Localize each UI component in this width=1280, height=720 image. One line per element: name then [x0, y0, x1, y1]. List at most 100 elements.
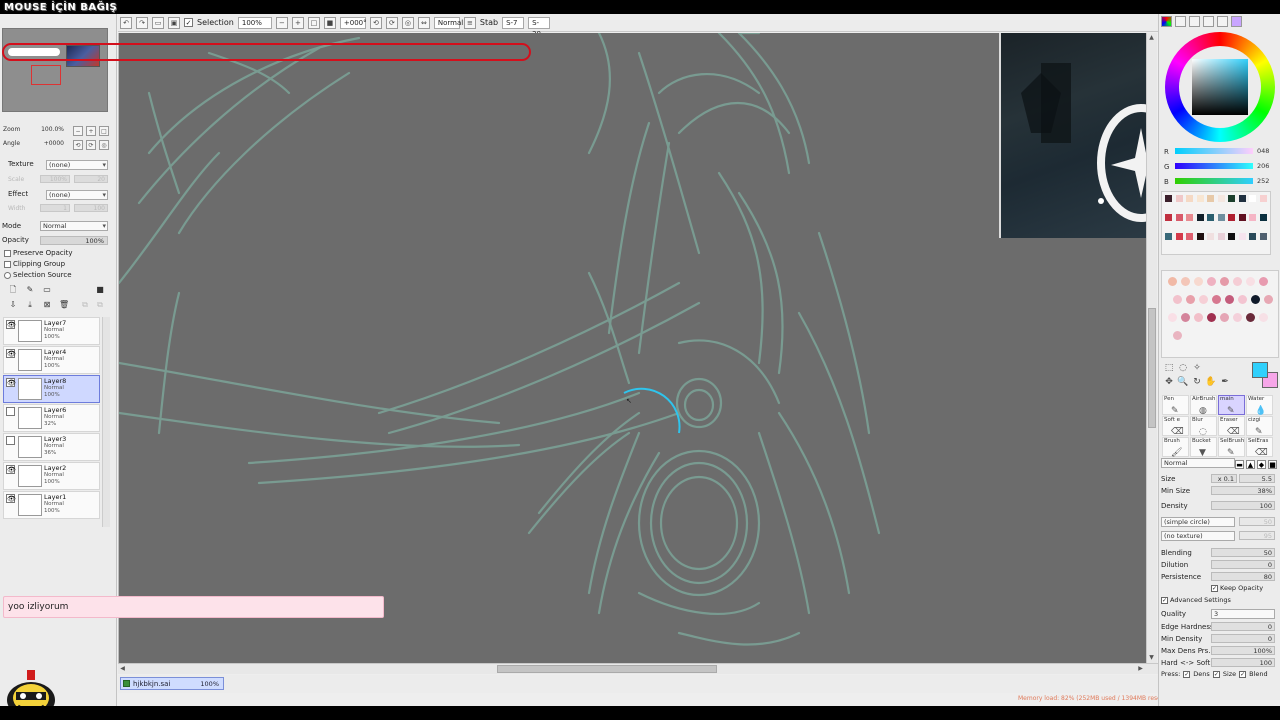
- brush-tool-slot[interactable]: SelBrush ✎: [1218, 437, 1245, 458]
- magic-wand-icon[interactable]: ✧: [1191, 362, 1203, 374]
- selection-source-radio[interactable]: [4, 271, 11, 279]
- scratchpad-color-dot[interactable]: [1186, 295, 1195, 304]
- layer-mode-select[interactable]: Normal: [40, 221, 108, 231]
- new-linework-layer-icon[interactable]: ✎: [25, 285, 35, 295]
- color-swatch[interactable]: [1217, 214, 1225, 221]
- color-swatch[interactable]: [1175, 214, 1183, 221]
- stabilizer-extra-field[interactable]: S-20: [528, 16, 551, 38]
- dilution-slider[interactable]: 0: [1211, 560, 1275, 569]
- color-swatch[interactable]: [1249, 214, 1256, 221]
- layer-row[interactable]: Layer6 Normal 32%: [3, 404, 100, 432]
- nav-rotate-reset-icon[interactable]: ◎: [99, 140, 109, 150]
- layer-visibility-icon[interactable]: 👁: [6, 349, 16, 358]
- navigator-viewport-rect[interactable]: [31, 65, 61, 85]
- color-swatch[interactable]: [1249, 195, 1256, 202]
- scroll-left-icon[interactable]: ◀: [118, 664, 127, 673]
- flip-icon[interactable]: ⇔: [417, 16, 430, 29]
- brush-tool-slot[interactable]: main ✎: [1218, 395, 1245, 416]
- scratchpad-color-dot[interactable]: [1173, 295, 1182, 304]
- horizontal-scroll-thumb[interactable]: [497, 665, 717, 673]
- selection-checkbox[interactable]: ✓: [184, 18, 193, 27]
- scratchpad-color-dot[interactable]: [1181, 313, 1190, 322]
- rotate-left-icon[interactable]: ⟲: [369, 16, 382, 29]
- scratchpad-color-dot[interactable]: [1220, 313, 1229, 322]
- color-swatch[interactable]: [1238, 214, 1246, 221]
- brush-shape-round-icon[interactable]: ▲: [1246, 460, 1255, 469]
- brush-tool-slot[interactable]: Bucket ▼: [1190, 437, 1217, 458]
- brush-texture-select[interactable]: (no texture): [1161, 531, 1235, 541]
- clipping-group-checkbox[interactable]: [4, 260, 11, 268]
- brush-tool-slot[interactable]: Water 💧: [1246, 395, 1273, 416]
- layer-row[interactable]: 👁 Layer2 Normal 100%: [3, 462, 100, 490]
- color-swatch[interactable]: [1196, 195, 1204, 202]
- keep-opacity-checkbox[interactable]: ✓: [1211, 584, 1218, 592]
- scratchpad-swatches[interactable]: [1161, 270, 1279, 358]
- nav-angle-value[interactable]: +0000: [36, 140, 64, 148]
- brush-shape-soft-icon[interactable]: ◆: [1257, 460, 1266, 469]
- green-slider[interactable]: [1175, 163, 1253, 169]
- min-density-slider[interactable]: 0: [1211, 634, 1275, 643]
- hand-tool-icon[interactable]: ✋: [1205, 376, 1217, 388]
- rotate-reset-icon[interactable]: ◎: [401, 16, 414, 29]
- color-swatch[interactable]: [1217, 195, 1225, 202]
- delete-layer-icon[interactable]: 🗑: [59, 300, 69, 310]
- scratchpad-color-dot[interactable]: [1233, 313, 1242, 322]
- color-mixer-tab-icon[interactable]: [1231, 16, 1242, 27]
- scratchpad-color-dot[interactable]: [1238, 295, 1247, 304]
- layer-visibility-icon[interactable]: [6, 407, 15, 416]
- duplicate-layer-icon[interactable]: ⧉: [80, 300, 90, 310]
- stabilizer-field[interactable]: S-7: [502, 16, 525, 29]
- zoom-tool-icon[interactable]: 🔍: [1177, 376, 1189, 388]
- color-swatch[interactable]: [1217, 233, 1225, 240]
- navigator-preview[interactable]: [2, 28, 108, 112]
- edge-hardness-slider[interactable]: 0: [1211, 622, 1275, 631]
- color-swatches[interactable]: [1161, 191, 1271, 255]
- color-swatch[interactable]: [1207, 214, 1214, 221]
- layer-list-scrollbar[interactable]: [102, 317, 110, 527]
- layer-mask-icon[interactable]: ■: [95, 285, 105, 295]
- press-dens-checkbox[interactable]: ✓: [1183, 670, 1191, 678]
- brush-tool-slot[interactable]: Soft e ⌫: [1162, 416, 1189, 437]
- scratchpad-color-dot[interactable]: [1251, 295, 1260, 304]
- brush-tool-slot[interactable]: Blur ◌: [1190, 416, 1217, 437]
- color-swatch[interactable]: [1196, 214, 1204, 221]
- scratchpad-color-dot[interactable]: [1233, 277, 1242, 286]
- scratchpad-color-dot[interactable]: [1225, 295, 1234, 304]
- color-wheel[interactable]: [1165, 32, 1275, 142]
- scratchpad-color-dot[interactable]: [1259, 313, 1268, 322]
- vertical-scroll-thumb[interactable]: [1148, 308, 1156, 428]
- primary-color-swatch[interactable]: [1252, 362, 1268, 378]
- blue-slider[interactable]: [1175, 178, 1253, 184]
- layer-row[interactable]: 👁 Layer4 Normal 100%: [3, 346, 100, 374]
- blend-mode-field[interactable]: Normal: [433, 16, 463, 29]
- layer-row[interactable]: 👁 Layer7 Normal 100%: [3, 317, 100, 345]
- blending-slider[interactable]: 50: [1211, 548, 1275, 557]
- density-slider[interactable]: 100: [1211, 501, 1275, 510]
- nav-zoom-out-icon[interactable]: −: [73, 126, 83, 136]
- color-swatch[interactable]: [1228, 233, 1235, 240]
- quality-select[interactable]: 3: [1211, 609, 1275, 619]
- brush-tool-slot[interactable]: SelEras ⌫: [1246, 437, 1273, 458]
- nav-rotate-right-icon[interactable]: ⟳: [86, 140, 96, 150]
- layer-visibility-icon[interactable]: 👁: [6, 320, 16, 329]
- zoom-field[interactable]: 100%: [237, 16, 272, 29]
- zoom-out-icon[interactable]: −: [275, 16, 288, 29]
- color-swatch[interactable]: [1165, 195, 1172, 202]
- move-icon[interactable]: ✥: [1163, 376, 1175, 388]
- swatches-tab-icon[interactable]: [1203, 16, 1214, 27]
- color-swatch[interactable]: [1259, 214, 1267, 221]
- reference-image[interactable]: [999, 33, 1146, 238]
- canvas-horizontal-scrollbar[interactable]: ◀ ▶: [118, 663, 1158, 674]
- color-swatch[interactable]: [1186, 233, 1193, 240]
- rgb-sliders-tab-icon[interactable]: [1175, 16, 1186, 27]
- transfer-down-icon[interactable]: ⇩: [8, 300, 18, 310]
- color-swatch[interactable]: [1186, 214, 1193, 221]
- nav-zoom-value[interactable]: 100.0%: [36, 126, 64, 134]
- layer-opacity-slider[interactable]: 100%: [40, 236, 108, 245]
- layer-row[interactable]: Layer3 Normal 36%: [3, 433, 100, 461]
- color-swatch[interactable]: [1249, 233, 1256, 240]
- selection-source-option[interactable]: Selection Source: [4, 271, 72, 279]
- angle-field[interactable]: +000°: [339, 16, 367, 29]
- nav-rotate-left-icon[interactable]: ⟲: [73, 140, 83, 150]
- color-swatch[interactable]: [1259, 233, 1267, 240]
